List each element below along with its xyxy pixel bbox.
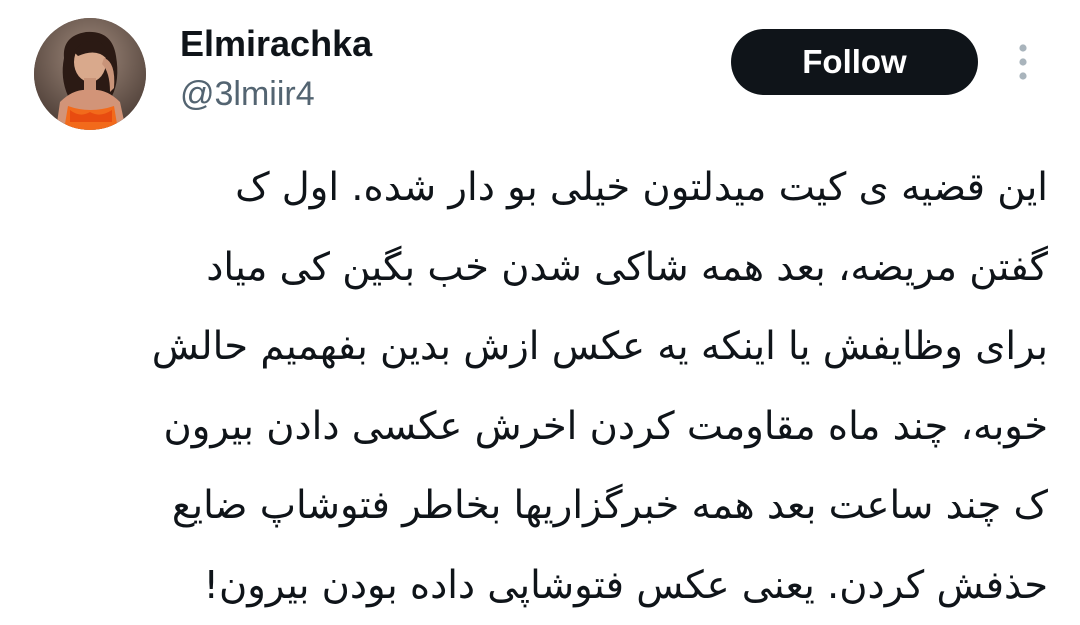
tweet-header: Elmirachka @3lmiir4 Follow <box>0 0 1080 140</box>
follow-button[interactable]: Follow <box>731 29 978 95</box>
display-name[interactable]: Elmirachka <box>180 22 372 66</box>
avatar[interactable] <box>34 18 146 130</box>
tweet-text: این قضیه ی کیت میدلتون خیلی بو دار شده. … <box>40 148 1048 625</box>
more-vertical-icon <box>1019 44 1027 80</box>
more-options-button[interactable] <box>1005 38 1041 88</box>
user-handle[interactable]: @3lmiir4 <box>180 72 315 116</box>
tweet-line: برای وظایفش یا اینکه یه عکس ازش بدین بفه… <box>151 324 1048 369</box>
tweet-line: گفتن مریضه، بعد همه شاکی شدن خب بگین کی … <box>206 244 1048 290</box>
tweet-line: ک چند ساعت بعد همه خبرگزاریها بخاطر فتوش… <box>171 483 1048 528</box>
tweet-line: حذفش کردن. یعنی عکس فتوشاپی داده بودن بی… <box>203 562 1048 608</box>
tweet-line: این قضیه ی کیت میدلتون خیلی بو دار شده. … <box>235 165 1048 210</box>
tweet-line: خوبه، چند ماه مقاومت کردن اخرش عکسی دادن… <box>163 403 1048 449</box>
avatar-image <box>34 18 146 130</box>
